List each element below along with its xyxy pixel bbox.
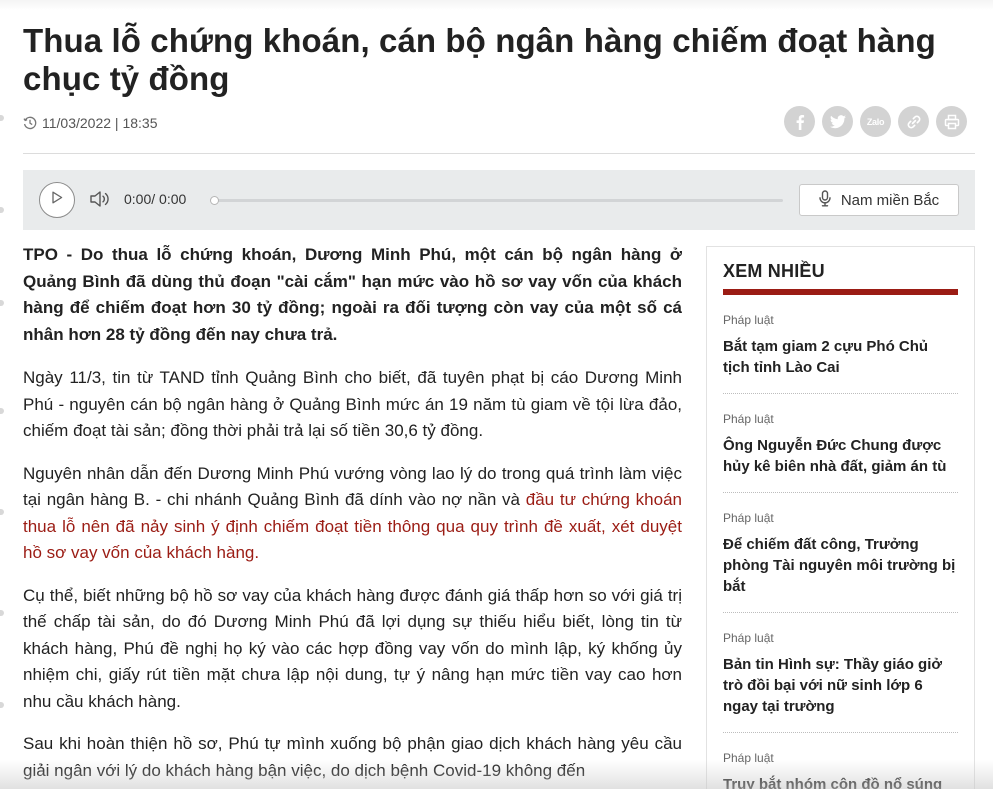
most-viewed-item[interactable]: Pháp luật Để chiếm đất công, Trưởng phòn… — [723, 493, 958, 613]
top-edge — [0, 0, 993, 10]
audio-progress-knob[interactable] — [210, 196, 219, 205]
microphone-icon — [819, 189, 831, 211]
zalo-share-button[interactable]: Zalo — [860, 106, 891, 137]
print-icon — [944, 114, 960, 130]
article-sapo: TPO - Do thua lỗ chứng khoán, Dương Minh… — [23, 245, 682, 344]
header-divider — [23, 153, 975, 154]
twitter-icon — [829, 114, 846, 129]
audio-progress-track[interactable] — [213, 199, 783, 202]
zalo-icon: Zalo — [866, 116, 885, 127]
item-title[interactable]: Truy bắt nhóm côn đồ nổ súng — [723, 774, 958, 789]
article-body: TPO - Do thua lỗ chứng khoán, Dương Minh… — [23, 242, 682, 789]
most-viewed-sidebar: XEM NHIỀU Pháp luật Bắt tạm giam 2 cựu P… — [706, 246, 975, 789]
publish-datetime: 11/03/2022 | 18:35 — [42, 115, 158, 131]
link-icon — [906, 114, 922, 130]
item-title[interactable]: Bắt tạm giam 2 cựu Phó Chủ tịch tỉnh Lào… — [723, 336, 958, 378]
facebook-icon — [793, 114, 807, 130]
most-viewed-heading: XEM NHIỀU — [723, 261, 825, 281]
item-title[interactable]: Để chiếm đất công, Trưởng phòng Tài nguy… — [723, 534, 958, 597]
article-meta: 11/03/2022 | 18:35 — [23, 114, 157, 132]
article-paragraph-3: Cụ thể, biết những bộ hồ sơ vay của khác… — [23, 585, 682, 711]
item-title[interactable]: Bản tin Hình sự: Thầy giáo giở trò đồi b… — [723, 654, 958, 717]
volume-icon[interactable] — [89, 189, 111, 214]
item-category[interactable]: Pháp luật — [723, 631, 958, 645]
audio-player: 0:00/ 0:00 Nam miền Bắc — [23, 170, 975, 230]
twitter-share-button[interactable] — [822, 106, 853, 137]
item-category[interactable]: Pháp luật — [723, 412, 958, 426]
audio-time: 0:00/ 0:00 — [124, 191, 187, 207]
left-edge-marks — [0, 0, 6, 789]
item-category[interactable]: Pháp luật — [723, 313, 958, 327]
item-title[interactable]: Ông Nguyễn Đức Chung được hủy kê biên nh… — [723, 435, 958, 477]
copy-link-button[interactable] — [898, 106, 929, 137]
play-icon — [51, 191, 63, 209]
most-viewed-item[interactable]: Pháp luật Bản tin Hình sự: Thầy giáo giở… — [723, 613, 958, 733]
most-viewed-item[interactable]: Pháp luật Bắt tạm giam 2 cựu Phó Chủ tịc… — [723, 295, 958, 394]
print-button[interactable] — [936, 106, 967, 137]
article-paragraph-2: Nguyên nhân dẫn đến Dương Minh Phú vướng… — [23, 461, 682, 567]
article-paragraph-1: Ngày 11/3, tin từ TAND tỉnh Quảng Bình c… — [23, 368, 682, 440]
clock-history-icon — [23, 116, 37, 130]
voice-select-button[interactable]: Nam miền Bắc — [799, 184, 959, 216]
article-paragraph-4: Sau khi hoàn thiện hồ sơ, Phú tự mình xu… — [23, 734, 682, 780]
most-viewed-item[interactable]: Pháp luật Truy bắt nhóm côn đồ nổ súng — [723, 733, 958, 789]
play-button[interactable] — [39, 182, 75, 218]
share-bar: Zalo — [784, 106, 967, 137]
article-title: Thua lỗ chứng khoán, cán bộ ngân hàng ch… — [23, 22, 936, 97]
facebook-share-button[interactable] — [784, 106, 815, 137]
most-viewed-item[interactable]: Pháp luật Ông Nguyễn Đức Chung được hủy … — [723, 394, 958, 493]
item-category[interactable]: Pháp luật — [723, 751, 958, 765]
voice-select-label: Nam miền Bắc — [840, 191, 940, 209]
item-category[interactable]: Pháp luật — [723, 511, 958, 525]
